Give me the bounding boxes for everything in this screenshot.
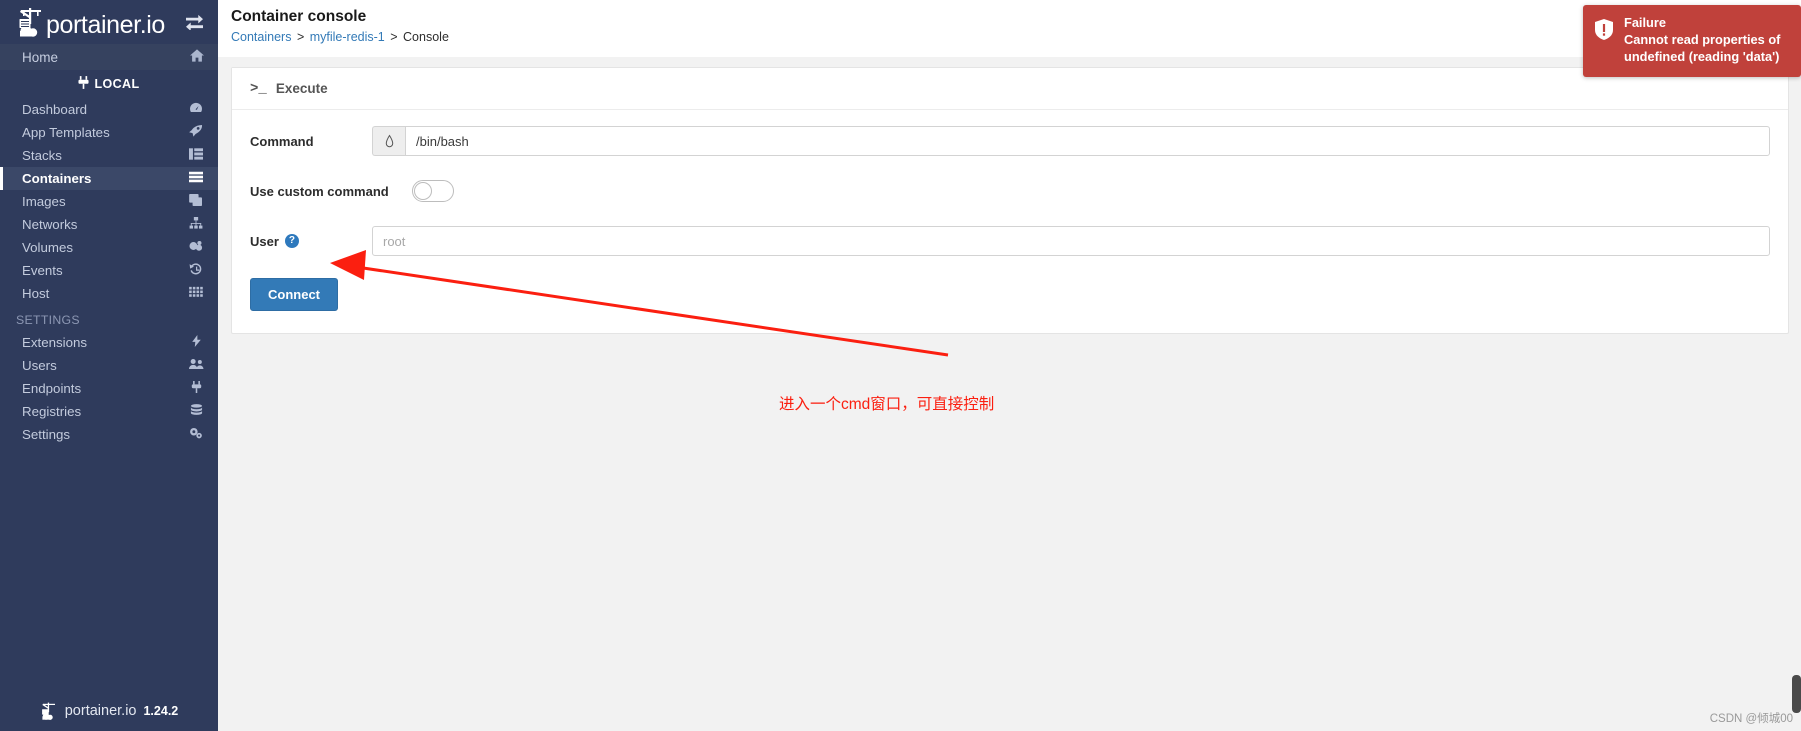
annotation-text: 进入一个cmd窗口，可直接控制 (779, 396, 995, 413)
server-grid-icon (188, 286, 204, 301)
breadcrumb: Containers > myfile-redis-1 > Console (231, 30, 1801, 44)
watermark: CSDN @倾城00 (1709, 713, 1793, 725)
plug-icon (78, 76, 90, 92)
breadcrumb-containers[interactable]: Containers (231, 30, 291, 44)
gears-icon (188, 427, 204, 442)
sidebar-nav: Dashboard App Templates Stacks Container… (0, 98, 218, 305)
sidebar-item-dashboard[interactable]: Dashboard (0, 98, 218, 121)
dashboard-icon (188, 102, 204, 117)
sidebar-item-label: Registries (22, 404, 82, 419)
collapse-sidebar-icon[interactable] (185, 13, 204, 33)
execute-form: Command Use custom command (232, 110, 1788, 333)
command-label: Command (250, 133, 314, 149)
sidebar-item-settings[interactable]: Settings (0, 423, 218, 446)
sidebar-endpoint-label: LOCAL (0, 70, 218, 98)
sidebar-item-registries[interactable]: Registries (0, 400, 218, 423)
sidebar-footer: portainer.io 1.24.2 (0, 691, 218, 731)
breadcrumb-separator: > (390, 30, 398, 44)
terminal-prompt-icon: >_ (250, 80, 267, 97)
brand-name: portainer.io (46, 11, 165, 39)
sidebar-item-networks[interactable]: Networks (0, 213, 218, 236)
main-content: Container console Containers > myfile-re… (218, 0, 1801, 731)
home-icon (190, 49, 204, 65)
stacks-icon (188, 148, 204, 163)
sidebar-item-users[interactable]: Users (0, 354, 218, 377)
toggle-knob (414, 182, 432, 200)
sidebar-item-label: Images (22, 194, 66, 209)
sidebar-item-label: Stacks (22, 148, 62, 163)
breadcrumb-container-name[interactable]: myfile-redis-1 (310, 30, 385, 44)
execute-panel-title: Execute (275, 81, 328, 96)
database-icon (188, 404, 204, 419)
sidebar: portainer.io Home LOCAL Dashboard App Te… (0, 0, 218, 731)
portainer-crane-icon (16, 6, 46, 38)
sidebar-version: 1.24.2 (143, 704, 179, 718)
shield-exclamation-icon (1595, 15, 1615, 65)
sidebar-section-settings: SETTINGS (16, 313, 80, 327)
volumes-icon (188, 240, 204, 255)
sidebar-item-events[interactable]: Events (0, 259, 218, 282)
scrollbar-thumb[interactable] (1792, 675, 1801, 713)
sidebar-item-app-templates[interactable]: App Templates (0, 121, 218, 144)
page-header: Container console Containers > myfile-re… (218, 0, 1801, 57)
endpoint-name: LOCAL (94, 77, 140, 91)
command-input[interactable] (405, 126, 1770, 156)
sidebar-item-volumes[interactable]: Volumes (0, 236, 218, 259)
sidebar-item-extensions[interactable]: Extensions (0, 331, 218, 354)
sidebar-item-label: Networks (22, 217, 78, 232)
command-input-group (372, 126, 1770, 156)
command-row: Command (232, 126, 1788, 156)
breadcrumb-current: Console (403, 30, 449, 44)
user-row: User ? (232, 226, 1788, 256)
bolt-icon (188, 335, 204, 350)
question-mark-icon[interactable]: ? (284, 234, 299, 248)
brand-logo: portainer.io (16, 6, 165, 38)
networks-icon (188, 217, 204, 232)
sidebar-brand[interactable]: portainer.io (0, 0, 218, 44)
toast-body: Failure Cannot read properties of undefi… (1624, 15, 1789, 65)
use-custom-command-toggle[interactable] (412, 180, 454, 202)
rocket-icon (188, 125, 204, 140)
sidebar-item-label: Home (22, 49, 59, 65)
plug-icon (188, 381, 204, 396)
execute-panel-header: >_ Execute (232, 68, 1788, 110)
breadcrumb-separator: > (296, 30, 305, 44)
sidebar-item-endpoints[interactable]: Endpoints (0, 377, 218, 400)
sidebar-settings-nav: Extensions Users Endpoints Registries Se… (0, 331, 218, 446)
sidebar-item-host[interactable]: Host (0, 282, 218, 305)
sidebar-item-label: Host (22, 286, 50, 301)
sidebar-item-label: Events (22, 263, 63, 278)
sidebar-item-label: Users (22, 358, 57, 373)
sidebar-item-label: Settings (22, 427, 71, 442)
sidebar-item-label: Extensions (22, 335, 88, 350)
sidebar-item-label: Endpoints (22, 381, 82, 396)
images-icon (188, 194, 204, 209)
containers-icon (188, 171, 204, 186)
portainer-crane-icon (40, 701, 58, 721)
sidebar-item-label: Dashboard (22, 102, 88, 117)
toast-message: Cannot read properties of undefined (rea… (1624, 32, 1781, 64)
execute-panel: >_ Execute Command U (231, 67, 1789, 334)
sidebar-item-stacks[interactable]: Stacks (0, 144, 218, 167)
error-toast[interactable]: Failure Cannot read properties of undefi… (1583, 5, 1801, 77)
user-input[interactable] (372, 226, 1770, 256)
custom-command-label: Use custom command (250, 183, 389, 199)
user-label: User ? (250, 234, 372, 249)
sidebar-item-images[interactable]: Images (0, 190, 218, 213)
toast-title: Failure (1624, 15, 1666, 30)
sidebar-item-label: Volumes (22, 240, 73, 255)
page-title: Container console (231, 8, 367, 25)
sidebar-footer-brand: portainer.io (64, 703, 137, 719)
connect-button[interactable]: Connect (250, 278, 338, 311)
terminal-icon (372, 126, 405, 156)
sidebar-item-label: Containers (22, 171, 92, 186)
users-icon (188, 358, 204, 373)
sidebar-item-containers[interactable]: Containers (0, 167, 218, 190)
history-icon (188, 263, 204, 278)
sidebar-item-home[interactable]: Home (0, 44, 218, 70)
sidebar-item-label: App Templates (22, 125, 110, 140)
portainer-app: portainer.io Home LOCAL Dashboard App Te… (0, 0, 1801, 731)
custom-command-row: Use custom command (232, 180, 1788, 202)
user-label-text: User (250, 233, 279, 249)
